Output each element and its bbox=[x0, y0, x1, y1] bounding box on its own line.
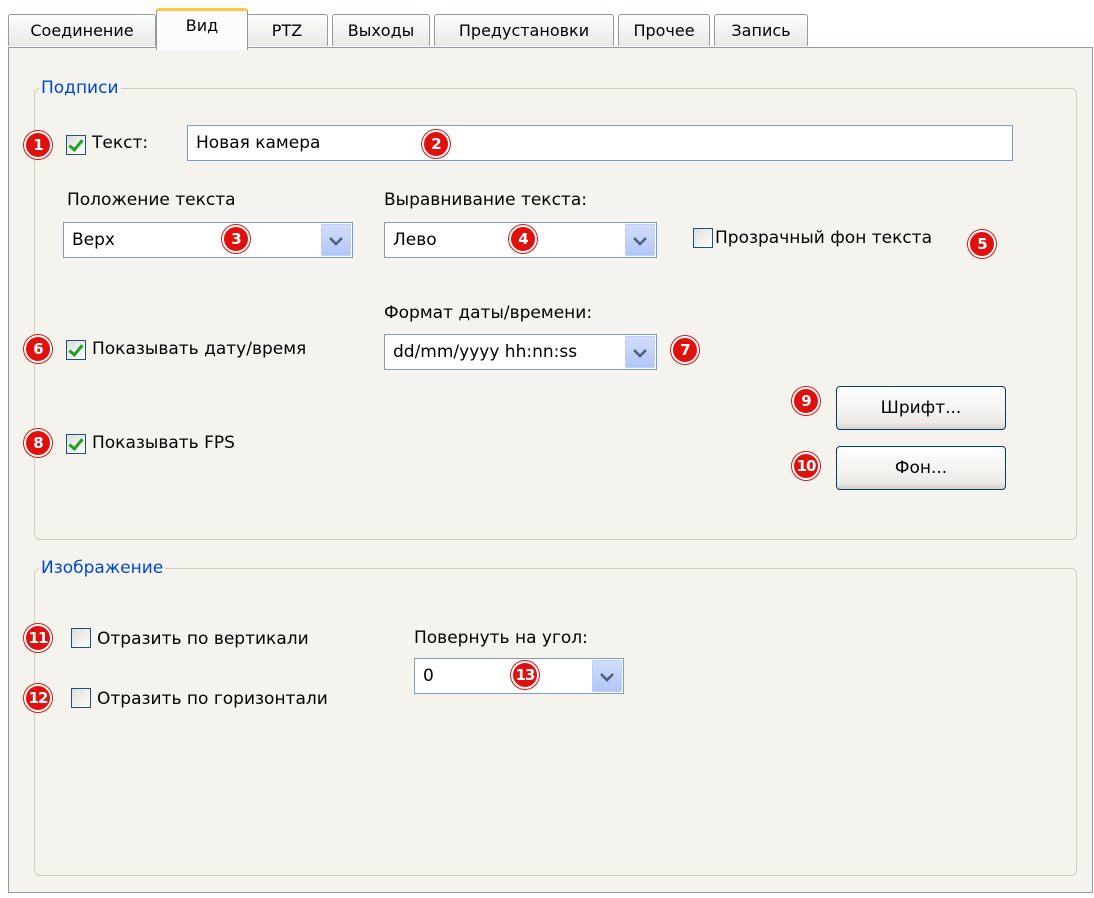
text-alignment-label: Выравнивание текста: bbox=[384, 190, 587, 210]
tab-other[interactable]: Прочее bbox=[618, 14, 710, 46]
marker-1: 1 bbox=[24, 131, 52, 159]
datetime-format-value: dd/mm/yyyy hh:nn:ss bbox=[393, 342, 578, 362]
text-position-value: Верх bbox=[72, 230, 115, 250]
caption-text-input[interactable]: Новая камера bbox=[187, 125, 1013, 161]
datetime-format-select[interactable]: dd/mm/yyyy hh:nn:ss bbox=[384, 334, 657, 370]
text-position-select[interactable]: Верх bbox=[63, 222, 353, 258]
captions-legend: Подписи bbox=[41, 78, 119, 98]
tab-ptz[interactable]: PTZ bbox=[246, 14, 328, 46]
text-checkbox-label: Текст: bbox=[92, 133, 149, 153]
marker-4: 4 bbox=[509, 225, 537, 253]
tab-connection[interactable]: Соединение bbox=[8, 14, 156, 46]
marker-9: 9 bbox=[792, 387, 820, 415]
show-datetime-checkbox[interactable] bbox=[66, 340, 86, 360]
chevron-down-icon[interactable] bbox=[321, 224, 351, 256]
tab-panel: Подписи 1 Текст: Новая камера 2 Положени… bbox=[8, 47, 1093, 893]
show-fps-label: Показывать FPS bbox=[92, 433, 235, 453]
flip-horizontal-checkbox[interactable] bbox=[71, 688, 91, 708]
tab-outputs[interactable]: Выходы bbox=[332, 14, 430, 46]
marker-2: 2 bbox=[422, 130, 450, 158]
marker-10: 10 bbox=[792, 452, 820, 480]
flip-vertical-checkbox[interactable] bbox=[71, 628, 91, 648]
transparent-bg-label: Прозрачный фон текста bbox=[715, 228, 933, 248]
tab-view[interactable]: Вид bbox=[156, 8, 248, 50]
tab-presets[interactable]: Предустановки bbox=[434, 14, 614, 46]
rotate-label: Повернуть на угол: bbox=[414, 628, 588, 648]
marker-12: 12 bbox=[24, 684, 52, 712]
tab-strip: Соединение Вид PTZ Выходы Предустановки … bbox=[0, 0, 1094, 50]
background-button[interactable]: Фон... bbox=[836, 446, 1006, 490]
marker-13: 13 bbox=[511, 661, 539, 689]
marker-8: 8 bbox=[24, 429, 52, 457]
chevron-down-icon[interactable] bbox=[592, 660, 622, 692]
chevron-down-icon[interactable] bbox=[625, 224, 655, 256]
transparent-bg-checkbox[interactable] bbox=[693, 228, 713, 248]
text-checkbox[interactable] bbox=[66, 135, 86, 155]
image-group: Изображение bbox=[34, 558, 1077, 876]
text-position-label: Положение текста bbox=[67, 190, 236, 210]
datetime-format-label: Формат даты/времени: bbox=[384, 303, 593, 323]
marker-5: 5 bbox=[968, 230, 996, 258]
show-fps-checkbox[interactable] bbox=[66, 434, 86, 454]
font-button[interactable]: Шрифт... bbox=[836, 386, 1006, 430]
image-legend: Изображение bbox=[41, 558, 164, 578]
tab-recording[interactable]: Запись bbox=[714, 14, 808, 46]
chevron-down-icon[interactable] bbox=[625, 336, 655, 368]
show-datetime-label: Показывать дату/время bbox=[92, 339, 307, 359]
marker-7: 7 bbox=[671, 336, 699, 364]
text-alignment-value: Лево bbox=[393, 230, 437, 250]
flip-horizontal-label: Отразить по горизонтали bbox=[97, 689, 328, 709]
flip-vertical-label: Отразить по вертикали bbox=[97, 629, 309, 649]
marker-6: 6 bbox=[24, 335, 52, 363]
marker-3: 3 bbox=[222, 225, 250, 253]
marker-11: 11 bbox=[24, 624, 52, 652]
rotate-value: 0 bbox=[423, 666, 434, 686]
